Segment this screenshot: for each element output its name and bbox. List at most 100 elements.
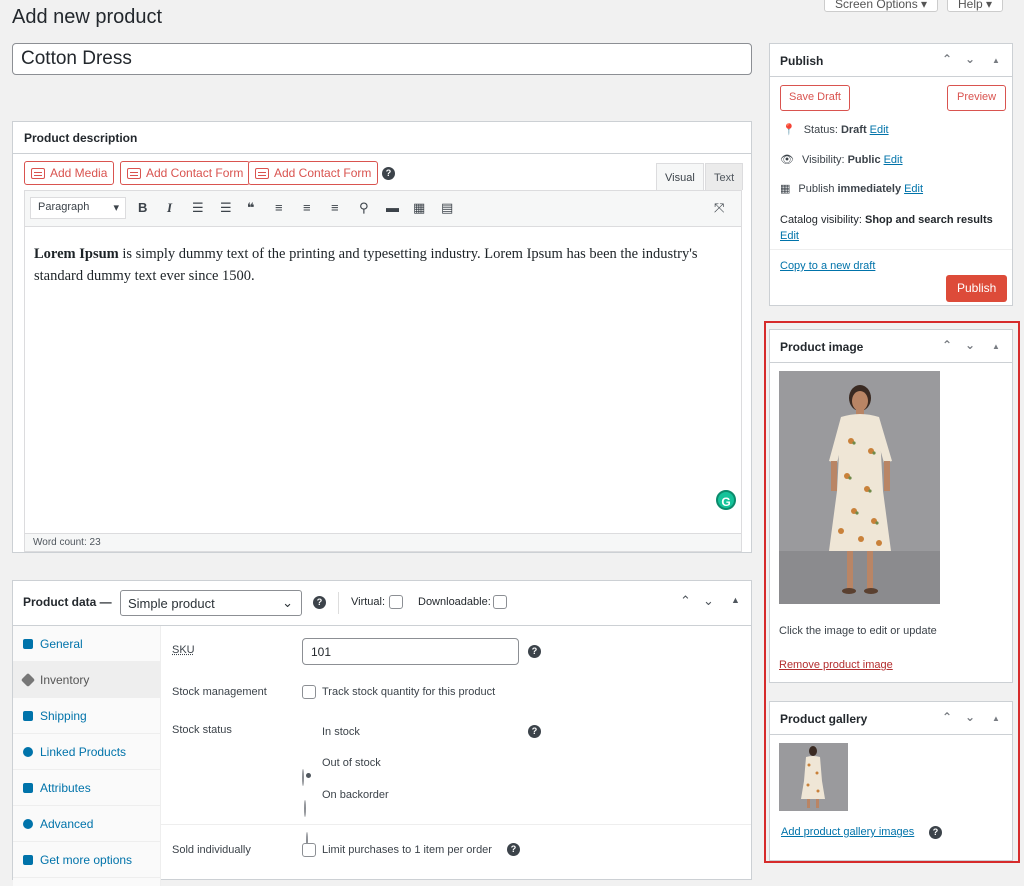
radio-out-of-stock[interactable] <box>304 800 306 817</box>
tab-label: Attributes <box>40 780 91 795</box>
save-draft-button[interactable]: Save Draft <box>780 85 850 111</box>
link-icon[interactable]: ⚲ <box>359 200 369 216</box>
edit-status-link[interactable]: Edit <box>870 124 889 136</box>
italic-icon[interactable]: I <box>167 200 172 216</box>
divider <box>338 592 339 614</box>
read-more-icon[interactable]: ▬ <box>386 200 399 215</box>
tab-get-more-options[interactable]: Get more options <box>13 842 160 878</box>
screen-options-button[interactable]: Screen Options ▾ <box>824 0 939 12</box>
tab-shipping[interactable]: Shipping <box>13 698 160 734</box>
form-insert-icon[interactable]: ▤ <box>441 200 453 216</box>
schedule-row: ▦ Publish immediately Edit <box>780 182 923 196</box>
sold-individually-checkbox[interactable] <box>302 843 316 857</box>
form-icon <box>127 167 141 179</box>
add-media-button[interactable]: Add Media <box>24 161 115 185</box>
tab-text[interactable]: Text <box>705 163 744 190</box>
blockquote-icon[interactable]: ❝ <box>247 200 255 216</box>
grammarly-icon[interactable]: G <box>716 490 736 510</box>
tab-attributes[interactable]: Attributes <box>13 770 160 806</box>
toggle-panel-icon[interactable]: ▲ <box>992 56 1000 65</box>
option-on-backorder: On backorder <box>322 789 389 801</box>
add-media-label: Add Media <box>50 166 108 180</box>
product-title-input[interactable]: Cotton Dress <box>12 43 752 75</box>
editor-area[interactable]: Paragraph ▾ B I ☰ ☰ ❝ ≡ ≡ ≡ ⚲ ▬ ▦ ▤ ⤧ Lo… <box>24 190 742 552</box>
pin-icon: 📍 <box>782 124 796 136</box>
radio-in-stock[interactable] <box>302 769 304 786</box>
status-value: Draft <box>840 123 867 136</box>
divider <box>770 249 1012 250</box>
sku-input[interactable]: 101 <box>302 638 519 665</box>
sold-individually-text: Limit purchases to 1 item per order <box>322 844 492 856</box>
edit-visibility-link[interactable]: Edit <box>884 154 903 166</box>
edit-catalog-visibility-link[interactable]: Edit <box>780 230 799 242</box>
tab-general[interactable]: General <box>13 626 160 662</box>
numbered-list-icon[interactable]: ☰ <box>220 200 232 216</box>
calendar-icon: ▦ <box>780 183 791 195</box>
list-icon <box>23 782 33 793</box>
align-right-icon[interactable]: ≡ <box>331 200 339 215</box>
toolbar-toggle-icon[interactable]: ▦ <box>413 200 425 216</box>
product-type-value: Simple product <box>128 596 215 611</box>
edit-schedule-link[interactable]: Edit <box>904 183 923 195</box>
toggle-panel-icon[interactable]: ▲ <box>731 595 740 605</box>
help-icon[interactable]: ? <box>507 843 520 856</box>
help-icon[interactable]: ? <box>313 596 326 609</box>
move-down-icon[interactable]: ⌄ <box>965 52 975 66</box>
stock-management-label: Stock management <box>172 686 267 698</box>
product-data-header: Product data — Simple product ⌄ ? Virtua… <box>13 581 751 626</box>
virtual-checkbox[interactable] <box>389 595 403 609</box>
product-description-heading: Product description <box>13 122 751 154</box>
product-type-select[interactable]: Simple product ⌄ <box>120 590 302 616</box>
publish-heading: Publish <box>780 54 824 68</box>
move-up-icon[interactable]: ⌃ <box>942 52 952 66</box>
tab-advanced[interactable]: Advanced <box>13 806 160 842</box>
align-center-icon[interactable]: ≡ <box>303 200 311 215</box>
downloadable-checkbox[interactable] <box>493 595 507 609</box>
tab-label: Linked Products <box>40 744 127 759</box>
catalog-visibility-value: Shop and search results <box>864 214 993 226</box>
editor-toolbar: Paragraph ▾ B I ☰ ☰ ❝ ≡ ≡ ≡ ⚲ ▬ ▦ ▤ ⤧ <box>25 191 741 227</box>
copy-to-draft-link[interactable]: Copy to a new draft <box>780 260 875 272</box>
add-contact-form-button[interactable]: Add Contact Form <box>120 161 251 185</box>
move-down-icon[interactable]: ⌄ <box>703 593 714 609</box>
tab-label: Get more options <box>40 852 133 867</box>
bold-icon[interactable]: B <box>138 200 147 215</box>
help-icon[interactable]: ? <box>382 167 395 180</box>
editor-content[interactable]: Lorem Ipsum is simply dummy text of the … <box>34 243 724 287</box>
bullet-list-icon[interactable]: ☰ <box>192 200 204 216</box>
plugin-icon <box>23 854 33 865</box>
tab-label: Advanced <box>40 816 94 831</box>
help-icon[interactable]: ? <box>528 725 541 738</box>
preview-button[interactable]: Preview <box>947 85 1007 111</box>
product-description-box: Product description Add Media Add Contac… <box>12 121 752 553</box>
fullscreen-icon[interactable]: ⤧ <box>714 200 724 216</box>
format-select-value: Paragraph <box>38 201 90 213</box>
form-icon <box>255 167 269 179</box>
publish-label: Publish <box>798 182 835 195</box>
stock-management-text: Track stock quantity for this product <box>322 686 496 698</box>
tab-inventory[interactable]: Inventory <box>13 662 160 698</box>
publish-header: Publish ⌃ ⌄ ▲ <box>770 44 1012 77</box>
gear-icon <box>23 818 33 829</box>
stock-management-checkbox[interactable] <box>302 685 316 699</box>
help-button[interactable]: Help ▾ <box>947 0 1004 12</box>
product-data-label: Product data — <box>23 595 112 609</box>
publish-value: immediately <box>837 182 902 195</box>
tab-linked-products[interactable]: Linked Products <box>13 734 160 770</box>
help-icon[interactable]: ? <box>528 645 541 658</box>
publish-button[interactable]: Publish <box>946 275 1008 302</box>
stock-status-label: Stock status <box>172 724 232 736</box>
link-icon <box>23 746 33 757</box>
move-up-icon[interactable]: ⌃ <box>680 593 691 609</box>
align-left-icon[interactable]: ≡ <box>275 200 283 215</box>
status-row: 📍 Status: Draft Edit <box>782 123 889 137</box>
tab-visual[interactable]: Visual <box>656 163 704 190</box>
tag-icon <box>20 672 36 687</box>
content-text: is simply dummy text of the printing and… <box>34 246 698 284</box>
word-count: Word count: 23 <box>25 533 741 551</box>
add-contact-form-button-2[interactable]: Add Contact Form <box>248 161 379 185</box>
visibility-value: Public <box>847 153 881 166</box>
downloadable-label: Downloadable: <box>418 596 491 608</box>
format-select[interactable]: Paragraph ▾ <box>30 197 126 219</box>
product-data-box: Product data — Simple product ⌄ ? Virtua… <box>12 580 752 886</box>
